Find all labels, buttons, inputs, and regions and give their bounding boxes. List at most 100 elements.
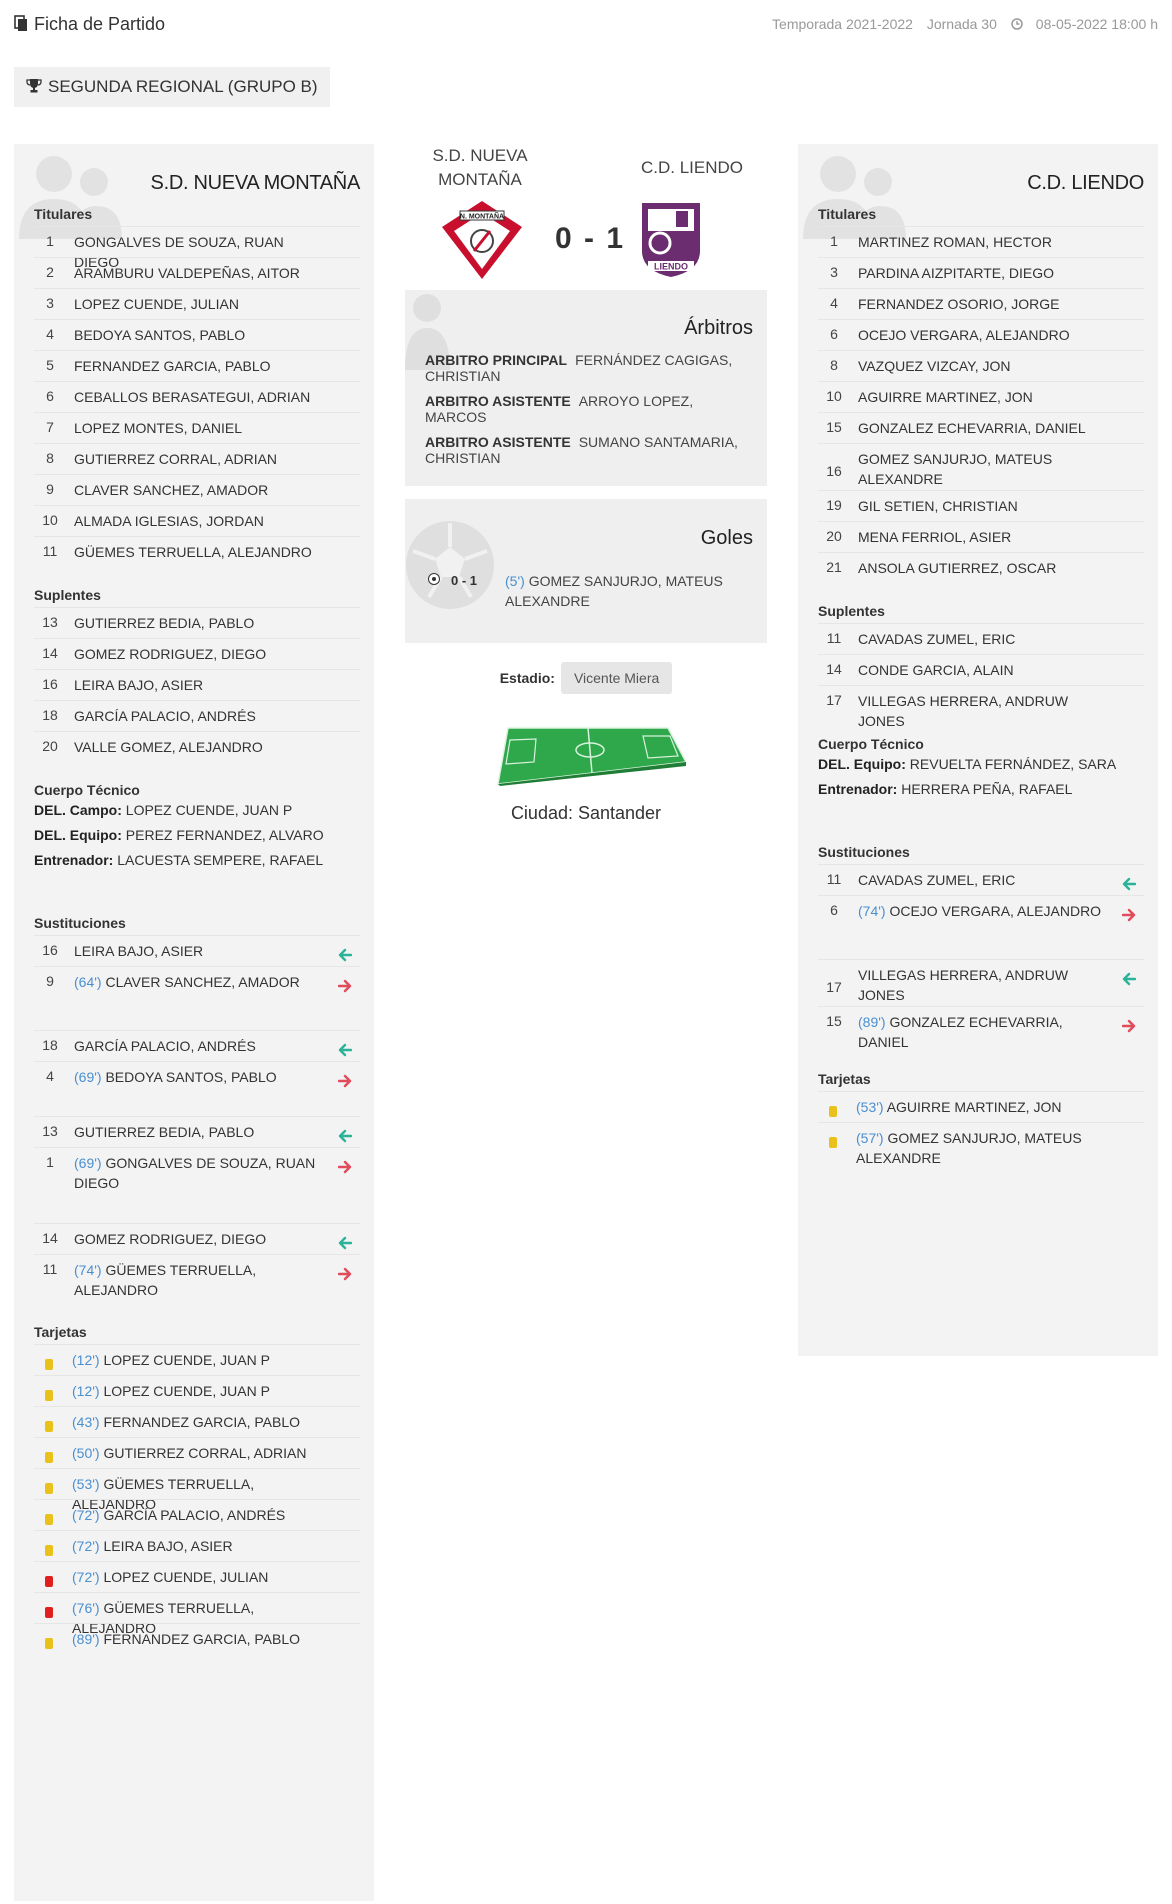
- player-name: FERNANDEZ GARCIA, PABLO: [74, 358, 271, 374]
- player-row[interactable]: 16 GOMEZ SANJURJO, MATEUS ALEXANDRE: [818, 443, 1144, 490]
- away-team-crest[interactable]: LIENDO: [638, 199, 704, 279]
- player-row[interactable]: 14 GOMEZ RODRIGUEZ, DIEGO: [34, 638, 360, 669]
- goals-panel: Goles 0 - 1 (5') GOMEZ SANJURJO, MATEUS A…: [405, 499, 767, 643]
- league-badge[interactable]: SEGUNDA REGIONAL (GRUPO B): [14, 67, 330, 107]
- datetime-text: 08-05-2022 18:00 h: [1035, 16, 1158, 32]
- player-name: GONZALEZ ECHEVARRIA, DANIEL: [858, 420, 1086, 436]
- player-row[interactable]: 16 LEIRA BAJO, ASIER: [34, 669, 360, 700]
- staff-row: DEL. Equipo: REVUELTA FERNÁNDEZ, SARA: [818, 752, 1116, 777]
- yellow-card-icon: [45, 1452, 53, 1463]
- player-name: LOPEZ CUENDE, JULIAN: [74, 296, 239, 312]
- substitution-out-row[interactable]: 4 (69') BEDOYA SANTOS, PABLO: [34, 1061, 360, 1092]
- player-row[interactable]: 8 VAZQUEZ VIZCAY, JON: [818, 350, 1144, 381]
- player-row[interactable]: 19 GIL SETIEN, CHRISTIAN: [818, 490, 1144, 521]
- starters-list: 1 MARTINEZ ROMAN, HECTOR 3 PARDINA AIZPITAR…: [818, 226, 1144, 583]
- player-row[interactable]: 11 CAVADAS ZUMEL, ERIC: [818, 623, 1144, 654]
- card-row[interactable]: (57') GOMEZ SANJURJO, MATEUS ALEXANDRE: [818, 1122, 1144, 1169]
- player-number: 16: [826, 463, 842, 479]
- substitution-out-row[interactable]: 15 (89') GONZALEZ ECHEVARRIA, DANIEL: [818, 1006, 1144, 1053]
- player-name-with-minute: (72') LEIRA BAJO, ASIER: [72, 1536, 328, 1556]
- card-row[interactable]: (12') LOPEZ CUENDE, JUAN P: [34, 1344, 360, 1375]
- player-row[interactable]: 8 GUTIERREZ CORRAL, ADRIAN: [34, 443, 360, 474]
- substitution-in-row[interactable]: 11 CAVADAS ZUMEL, ERIC: [818, 864, 1144, 895]
- card-row[interactable]: (72') LEIRA BAJO, ASIER: [34, 1530, 360, 1561]
- player-row[interactable]: 3 LOPEZ CUENDE, JULIAN: [34, 288, 360, 319]
- player-name: GONZALEZ ECHEVARRIA, DANIEL: [858, 1014, 1063, 1050]
- player-row[interactable]: 10 AGUIRRE MARTINEZ, JON: [818, 381, 1144, 412]
- arrow-right-icon: [338, 1160, 352, 1174]
- player-number: 4: [46, 1068, 54, 1084]
- player-row[interactable]: 13 GUTIERREZ BEDIA, PABLO: [34, 607, 360, 638]
- yellow-card-icon: [45, 1514, 53, 1525]
- card-row[interactable]: (72') GARCÍA PALACIO, ANDRÉS: [34, 1499, 360, 1530]
- card-row[interactable]: (43') FERNANDEZ GARCIA, PABLO: [34, 1406, 360, 1437]
- staff-role: DEL. Equipo:: [818, 756, 906, 772]
- substitution-in-row[interactable]: 16 LEIRA BAJO, ASIER: [34, 935, 360, 966]
- player-row[interactable]: 5 FERNANDEZ GARCIA, PABLO: [34, 350, 360, 381]
- player-number: 14: [42, 1230, 58, 1246]
- substitution-in-row[interactable]: 13 GUTIERREZ BEDIA, PABLO: [34, 1116, 360, 1147]
- player-row[interactable]: 21 ANSOLA GUTIERREZ, OSCAR: [818, 552, 1144, 583]
- card-row[interactable]: (53') GÜEMES TERRUELLA, ALEJANDRO: [34, 1468, 360, 1512]
- player-name: MENA FERRIOL, ASIER: [858, 529, 1012, 545]
- player-row[interactable]: 4 FERNANDEZ OSORIO, JORGE: [818, 288, 1144, 319]
- card-row[interactable]: (76') GÜEMES TERRUELLA, ALEJANDRO: [34, 1592, 360, 1636]
- player-number: 3: [830, 264, 838, 280]
- home-team-center-name[interactable]: S.D. NUEVA MONTAÑA: [405, 144, 555, 192]
- trophy-icon: [26, 79, 42, 93]
- home-team-crest[interactable]: N. MONTAÑA: [440, 199, 524, 281]
- player-name: LEIRA BAJO, ASIER: [74, 677, 204, 693]
- player-row[interactable]: 1 MARTINEZ ROMAN, HECTOR: [818, 226, 1144, 257]
- player-name: GUTIERREZ CORRAL, ADRIAN: [103, 1445, 307, 1461]
- yellow-card-icon: [45, 1421, 53, 1432]
- substitution-in-row[interactable]: 18 GARCÍA PALACIO, ANDRÉS: [34, 1030, 360, 1061]
- substitution-in-row[interactable]: 14 GOMEZ RODRIGUEZ, DIEGO: [34, 1223, 360, 1254]
- player-name: GUTIERREZ CORRAL, ADRIAN: [74, 451, 278, 467]
- away-team-name: C.D. LIENDO: [1027, 172, 1144, 194]
- clock-icon: [1011, 18, 1023, 30]
- league-name: SEGUNDA REGIONAL (GRUPO B): [48, 77, 318, 96]
- player-row[interactable]: 14 CONDE GARCIA, ALAIN: [818, 654, 1144, 685]
- subs-title: Suplentes: [818, 603, 885, 619]
- substitution-out-row[interactable]: 9 (64') CLAVER SANCHEZ, AMADOR: [34, 966, 360, 1006]
- player-row[interactable]: 7 LOPEZ MONTES, DANIEL: [34, 412, 360, 443]
- player-row[interactable]: 10 ALMADA IGLESIAS, JORDAN: [34, 505, 360, 536]
- card-row[interactable]: (50') GUTIERREZ CORRAL, ADRIAN: [34, 1437, 360, 1468]
- substitution-in-row[interactable]: 17 VILLEGAS HERRERA, ANDRUW JONES: [818, 959, 1144, 1006]
- player-name: GOMEZ SANJURJO, MATEUS ALEXANDRE: [858, 451, 1053, 487]
- card-row[interactable]: (53') AGUIRRE MARTINEZ, JON: [818, 1091, 1144, 1122]
- player-name: VALLE GOMEZ, ALEJANDRO: [74, 739, 263, 755]
- card-row[interactable]: (72') LOPEZ CUENDE, JULIAN: [34, 1561, 360, 1592]
- player-number: 1: [46, 233, 54, 249]
- player-number: 16: [42, 676, 58, 692]
- player-number: 4: [830, 295, 838, 311]
- player-row[interactable]: 4 BEDOYA SANTOS, PABLO: [34, 319, 360, 350]
- stadium-name[interactable]: Vicente Miera: [560, 662, 673, 694]
- player-name-with-minute: (12') LOPEZ CUENDE, JUAN P: [72, 1381, 328, 1401]
- player-number: 9: [46, 481, 54, 497]
- player-row[interactable]: 20 MENA FERRIOL, ASIER: [818, 521, 1144, 552]
- player-row[interactable]: 18 GARCÍA PALACIO, ANDRÉS: [34, 700, 360, 731]
- player-row[interactable]: 15 GONZALEZ ECHEVARRIA, DANIEL: [818, 412, 1144, 443]
- player-row[interactable]: 6 OCEJO VERGARA, ALEJANDRO: [818, 319, 1144, 350]
- player-row[interactable]: 9 CLAVER SANCHEZ, AMADOR: [34, 474, 360, 505]
- substitution-out-row[interactable]: 11 (74') GÜEMES TERRUELLA, ALEJANDRO: [34, 1254, 360, 1306]
- player-row[interactable]: 2 ARAMBURU VALDEPEÑAS, AITOR: [34, 257, 360, 288]
- player-row[interactable]: 1 GONGALVES DE SOUZA, RUAN DIEGO: [34, 226, 360, 270]
- player-row[interactable]: 17 VILLEGAS HERRERA, ANDRUW JONES: [818, 685, 1144, 729]
- player-row[interactable]: 20 VALLE GOMEZ, ALEJANDRO: [34, 731, 360, 762]
- starters-title: Titulares: [818, 206, 877, 222]
- player-row[interactable]: 6 CEBALLOS BERASATEGUI, ADRIAN: [34, 381, 360, 412]
- card-row[interactable]: (89') FERNANDEZ GARCIA, PABLO: [34, 1623, 360, 1654]
- substitution-out-row[interactable]: 1 (69') GONGALVES DE SOUZA, RUAN DIEGO: [34, 1147, 360, 1199]
- player-name-with-minute: (89') FERNANDEZ GARCIA, PABLO: [72, 1629, 328, 1649]
- substitution-out-row[interactable]: 6 (74') OCEJO VERGARA, ALEJANDRO: [818, 895, 1144, 935]
- player-row[interactable]: 11 GÜEMES TERRUELLA, ALEJANDRO: [34, 536, 360, 567]
- away-team-center-name[interactable]: C.D. LIENDO: [617, 156, 767, 180]
- player-row[interactable]: 3 PARDINA AIZPITARTE, DIEGO: [818, 257, 1144, 288]
- subs-title: Suplentes: [34, 587, 101, 603]
- subs-list: 13 GUTIERREZ BEDIA, PABLO 14 GOMEZ RODRIGUE…: [34, 607, 360, 762]
- yellow-card-icon: [45, 1390, 53, 1401]
- round-label: Jornada 30: [926, 16, 997, 32]
- card-row[interactable]: (12') LOPEZ CUENDE, JUAN P: [34, 1375, 360, 1406]
